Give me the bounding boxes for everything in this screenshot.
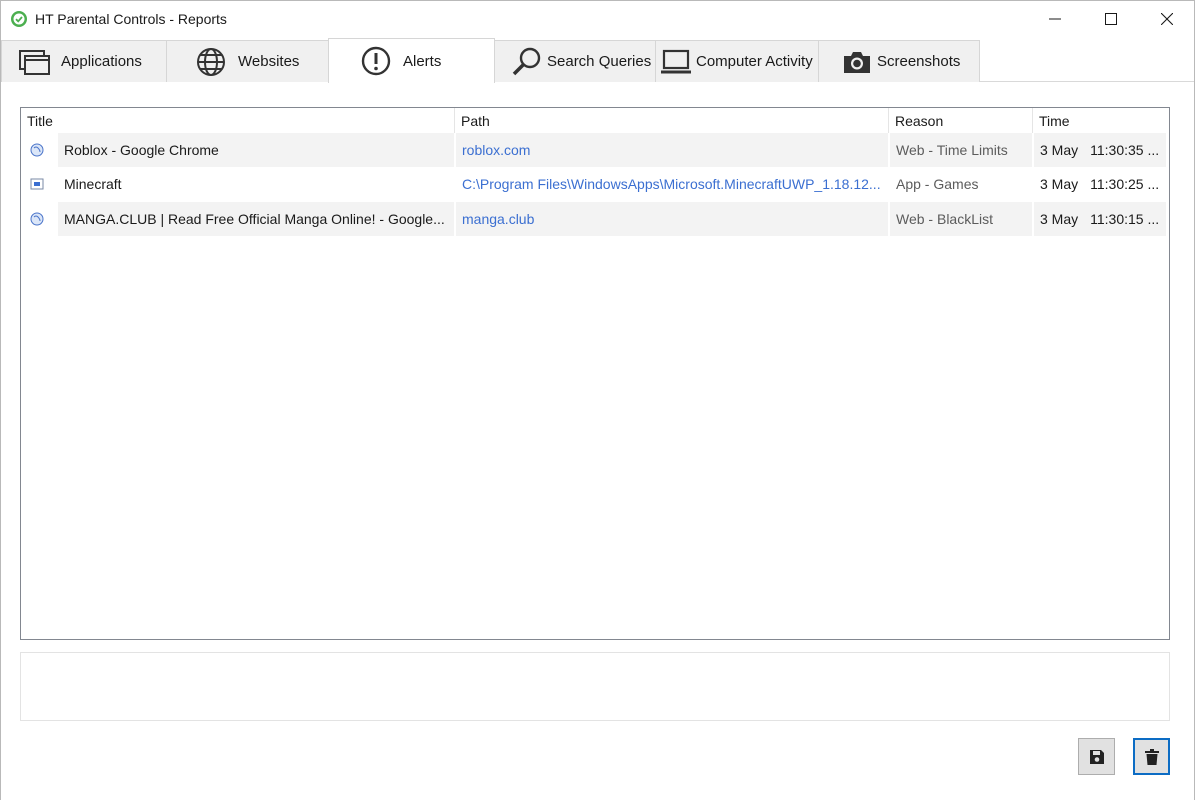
web-icon: [30, 212, 44, 226]
trash-icon: [1144, 748, 1159, 765]
maximize-icon: [1105, 13, 1117, 25]
tab-alerts[interactable]: Alerts: [328, 38, 495, 83]
row-title: MANGA.CLUB | Read Free Official Manga On…: [58, 202, 454, 236]
row-icon-cell: [21, 167, 57, 201]
row-path-link[interactable]: roblox.com: [456, 133, 888, 167]
minimize-button[interactable]: [1027, 1, 1083, 37]
row-time: 3 May 11:30:35 ...: [1034, 133, 1166, 167]
camera-icon: [841, 46, 873, 78]
row-time: 3 May 11:30:25 ...: [1034, 167, 1166, 201]
column-header-path[interactable]: Path: [455, 108, 889, 133]
minimize-icon: [1049, 18, 1061, 20]
table-header: Title Path Reason Time: [21, 108, 1169, 133]
tab-search-queries[interactable]: Search Queries: [494, 40, 656, 82]
tab-applications[interactable]: Applications: [1, 40, 167, 82]
search-icon: [511, 46, 543, 78]
row-icon-cell: [21, 202, 57, 236]
tab-label: Computer Activity: [696, 53, 813, 70]
row-date: 3 May: [1040, 176, 1079, 192]
app-window: HT Parental Controls - Reports Applicati…: [0, 0, 1195, 800]
close-icon: [1161, 13, 1173, 25]
globe-icon: [195, 46, 227, 78]
row-clock: 11:30:15 ...: [1090, 211, 1160, 227]
tab-label: Screenshots: [877, 53, 961, 70]
row-reason: Web - Time Limits: [890, 133, 1032, 167]
row-path-link[interactable]: manga.club: [456, 202, 888, 236]
web-icon: [30, 143, 44, 157]
tab-label: Alerts: [403, 52, 442, 70]
row-path-link[interactable]: C:\Program Files\WindowsApps\Microsoft.M…: [456, 167, 888, 201]
delete-button[interactable]: [1133, 738, 1170, 775]
save-button[interactable]: [1078, 738, 1115, 775]
row-title: Minecraft: [64, 176, 122, 192]
column-header-title[interactable]: Title: [21, 108, 455, 133]
row-reason: App - Games: [896, 176, 979, 192]
laptop-icon: [660, 46, 692, 78]
report-tabs: Applications Websites Alerts Search Quer…: [1, 38, 1194, 83]
floppy-disk-icon: [1089, 749, 1104, 764]
column-header-reason[interactable]: Reason: [889, 108, 1033, 133]
tab-screenshots[interactable]: Screenshots: [818, 40, 980, 82]
table-row[interactable]: MANGA.CLUB | Read Free Official Manga On…: [21, 202, 1169, 236]
tab-websites[interactable]: Websites: [166, 40, 329, 82]
close-button[interactable]: [1139, 1, 1195, 37]
exclamation-circle-icon: [360, 45, 392, 77]
tab-label: Search Queries: [547, 53, 652, 70]
alerts-panel: Title Path Reason Time Roblox - Google C…: [1, 82, 1194, 800]
title-bar: HT Parental Controls - Reports: [1, 1, 1194, 37]
table-row[interactable]: Roblox - Google Chrome roblox.com Web - …: [21, 133, 1169, 167]
maximize-button[interactable]: [1083, 1, 1139, 37]
column-header-time[interactable]: Time: [1033, 108, 1168, 133]
tab-computer-activity[interactable]: Computer Activity: [655, 40, 819, 82]
row-clock: 11:30:25 ...: [1090, 176, 1160, 192]
tab-label: Websites: [238, 53, 300, 70]
windows-stack-icon: [18, 46, 50, 78]
row-title: Roblox - Google Chrome: [58, 133, 454, 167]
row-date: 3 May: [1040, 211, 1079, 227]
row-reason: Web - BlackList: [890, 202, 1032, 236]
shield-check-icon: [11, 11, 27, 27]
row-time: 3 May 11:30:15 ...: [1034, 202, 1166, 236]
alerts-table[interactable]: Title Path Reason Time Roblox - Google C…: [20, 107, 1170, 640]
app-icon: [30, 178, 44, 190]
row-clock: 11:30:35 ...: [1090, 142, 1160, 158]
alert-details-box: [20, 652, 1170, 721]
row-date: 3 May: [1040, 142, 1079, 158]
window-title: HT Parental Controls - Reports: [35, 11, 227, 27]
table-row[interactable]: Minecraft C:\Program Files\WindowsApps\M…: [21, 167, 1169, 201]
row-icon-cell: [21, 133, 57, 167]
tab-label: Applications: [61, 53, 142, 70]
